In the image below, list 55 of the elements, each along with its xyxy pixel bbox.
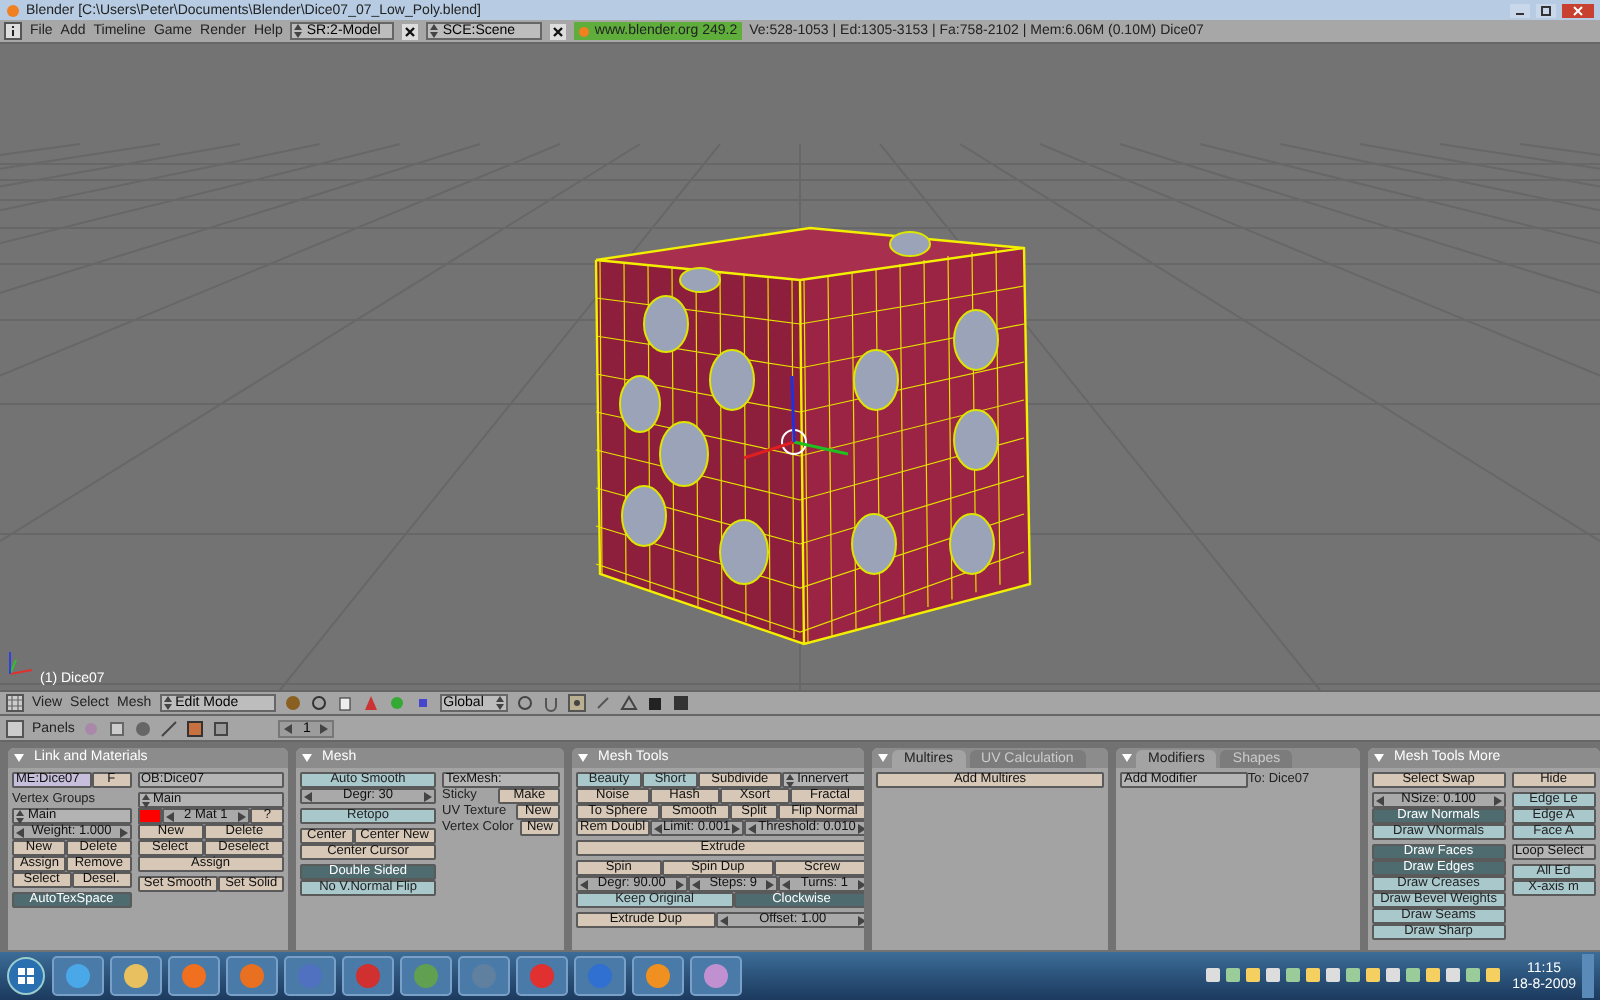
info-icon[interactable] bbox=[4, 22, 22, 40]
decrement-arrow-icon[interactable] bbox=[284, 723, 293, 733]
increment-arrow-icon[interactable] bbox=[857, 915, 864, 925]
axis-gizmo-icon bbox=[9, 651, 33, 675]
increment-arrow-icon[interactable] bbox=[238, 811, 247, 821]
increment-arrow-icon[interactable] bbox=[732, 823, 741, 833]
transform-gizmo-icon[interactable] bbox=[743, 375, 849, 460]
updown-arrows-icon bbox=[785, 773, 794, 787]
collapse-triangle-icon[interactable] bbox=[14, 754, 24, 762]
updown-arrows-icon bbox=[430, 24, 439, 38]
decrement-arrow-icon[interactable] bbox=[16, 827, 24, 837]
decrement-arrow-icon[interactable] bbox=[782, 879, 791, 889]
decrement-arrow-icon[interactable] bbox=[653, 823, 662, 833]
collapse-triangle-icon[interactable] bbox=[1374, 754, 1384, 762]
updown-arrows-icon bbox=[495, 696, 504, 710]
updown-arrows-icon bbox=[16, 809, 24, 823]
start-button-icon[interactable] bbox=[6, 956, 46, 996]
decrement-arrow-icon[interactable] bbox=[719, 915, 728, 925]
increment-arrow-icon[interactable] bbox=[320, 723, 329, 733]
app-logo-icon bbox=[6, 3, 20, 17]
updown-arrows-icon bbox=[141, 793, 149, 807]
minimize-icon[interactable] bbox=[1510, 3, 1530, 17]
circle-icon[interactable] bbox=[515, 694, 534, 712]
window-type-icon[interactable] bbox=[6, 719, 24, 737]
collapse-triangle-icon[interactable] bbox=[1122, 754, 1132, 762]
updown-arrows-icon bbox=[294, 24, 303, 38]
updown-arrows-icon bbox=[163, 696, 172, 710]
decrement-arrow-icon[interactable] bbox=[580, 879, 588, 889]
grid-icon[interactable] bbox=[6, 694, 24, 712]
color-swatch[interactable] bbox=[137, 808, 161, 824]
increment-arrow-icon[interactable] bbox=[119, 827, 127, 837]
decrement-arrow-icon[interactable] bbox=[691, 879, 700, 889]
decrement-arrow-icon[interactable] bbox=[304, 791, 312, 801]
edge-select-icon[interactable] bbox=[593, 694, 612, 712]
decrement-arrow-icon[interactable] bbox=[1376, 795, 1384, 805]
decrement-arrow-icon[interactable] bbox=[748, 823, 757, 833]
magnet-icon[interactable] bbox=[541, 694, 560, 712]
logo-icon bbox=[578, 25, 591, 37]
increment-arrow-icon[interactable] bbox=[424, 791, 433, 801]
close-icon[interactable] bbox=[550, 23, 567, 39]
increment-arrow-icon[interactable] bbox=[857, 823, 864, 833]
face-select-icon[interactable] bbox=[619, 694, 638, 712]
close-icon[interactable] bbox=[402, 23, 419, 39]
square-icon[interactable] bbox=[413, 694, 432, 712]
increment-arrow-icon[interactable] bbox=[766, 879, 775, 889]
decrement-arrow-icon[interactable] bbox=[165, 811, 173, 821]
increment-arrow-icon[interactable] bbox=[675, 879, 684, 889]
taskbar-app-icon[interactable] bbox=[110, 956, 162, 996]
maximize-icon[interactable] bbox=[1536, 3, 1556, 17]
increment-arrow-icon[interactable] bbox=[857, 879, 864, 889]
increment-arrow-icon[interactable] bbox=[1493, 795, 1502, 805]
collapse-triangle-icon[interactable] bbox=[878, 754, 888, 762]
vertex-select-icon[interactable] bbox=[567, 694, 586, 712]
collapse-triangle-icon[interactable] bbox=[302, 754, 312, 762]
collapse-triangle-icon[interactable] bbox=[578, 754, 588, 762]
